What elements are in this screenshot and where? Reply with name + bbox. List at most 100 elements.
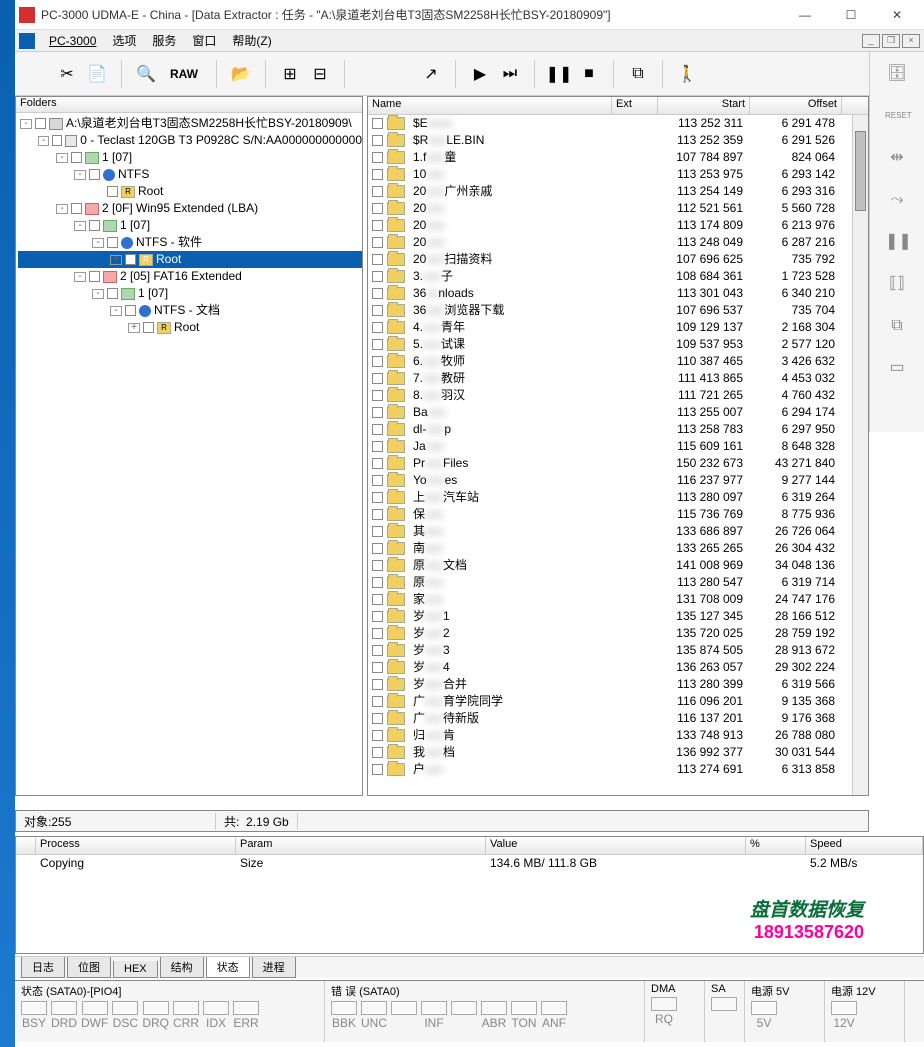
tab-进程[interactable]: 进程 [252, 957, 296, 978]
file-row[interactable]: 1.fxxx童107 784 897824 064 [368, 149, 868, 166]
file-row[interactable]: Jaxxx115 609 1618 648 328 [368, 438, 868, 455]
tree-node[interactable]: RRoot [18, 183, 362, 200]
file-row[interactable]: 广xxx待新版116 137 2019 176 368 [368, 710, 868, 727]
tree-node[interactable]: -NTFS - 软件 [18, 234, 362, 251]
col-offset[interactable]: Offset [750, 97, 842, 114]
file-row[interactable]: $RxxxLE.BIN113 252 3596 291 526 [368, 132, 868, 149]
copy-icon[interactable]: ⧉ [624, 60, 652, 88]
tab-结构[interactable]: 结构 [160, 957, 204, 978]
file-row[interactable]: 3.xxx子108 684 3611 723 528 [368, 268, 868, 285]
step-icon[interactable]: ⏭ [496, 60, 524, 88]
tab-HEX[interactable]: HEX [113, 961, 158, 978]
bracket-icon[interactable]: ⟦⟧ [885, 272, 909, 296]
row-checkbox[interactable] [372, 611, 383, 622]
tab-位图[interactable]: 位图 [67, 957, 111, 978]
mdi-minimize-icon[interactable]: _ [862, 34, 880, 48]
file-row[interactable]: 岁xxx2135 720 02528 759 192 [368, 625, 868, 642]
close-button[interactable]: ✕ [874, 0, 920, 30]
row-checkbox[interactable] [372, 441, 383, 452]
row-checkbox[interactable] [372, 492, 383, 503]
row-checkbox[interactable] [372, 237, 383, 248]
row-checkbox[interactable] [372, 305, 383, 316]
col-value[interactable]: Value [486, 837, 746, 854]
col-pct[interactable]: % [746, 837, 806, 854]
layers-icon[interactable]: ⧉ [885, 314, 909, 338]
file-row[interactable]: 归xxx肯133 748 91326 788 080 [368, 727, 868, 744]
file-row[interactable]: 20xxx113 174 8096 213 976 [368, 217, 868, 234]
file-row[interactable]: Baxxx113 255 0076 294 174 [368, 404, 868, 421]
tree-node[interactable]: -2 [0F] Win95 Extended (LBA) [18, 200, 362, 217]
file-row[interactable]: PrxxxFiles150 232 67343 271 840 [368, 455, 868, 472]
tree-node[interactable]: -A:\泉道老刘台电T3固态SM2258H长忙BSY-20180909\ [18, 115, 362, 132]
db-icon[interactable]: 🗄 [885, 62, 909, 86]
file-row[interactable]: Yoxxxes116 237 9779 277 144 [368, 472, 868, 489]
col-start[interactable]: Start [658, 97, 750, 114]
vertical-scrollbar[interactable] [852, 115, 868, 795]
row-checkbox[interactable] [372, 560, 383, 571]
row-checkbox[interactable] [372, 322, 383, 333]
file-row[interactable]: 20xxx扫描资料107 696 625735 792 [368, 251, 868, 268]
file-row[interactable]: 20xxx113 248 0496 287 216 [368, 234, 868, 251]
tree-node[interactable]: -NTFS - 文档 [18, 302, 362, 319]
menu-help[interactable]: 帮助(Z) [224, 30, 279, 51]
row-checkbox[interactable] [372, 764, 383, 775]
row-checkbox[interactable] [372, 118, 383, 129]
tree-node[interactable]: -1 [07] [18, 217, 362, 234]
row-checkbox[interactable] [372, 509, 383, 520]
file-row[interactable]: 我xxx档136 992 37730 031 544 [368, 744, 868, 761]
tree-node[interactable]: -1 [07] [18, 285, 362, 302]
file-row[interactable]: 户xxx113 274 6916 313 858 [368, 761, 868, 778]
raw-button[interactable]: RAW [162, 60, 206, 88]
col-param[interactable]: Param [236, 837, 486, 854]
file-row[interactable]: 36xxx浏览器下载107 696 537735 704 [368, 302, 868, 319]
row-checkbox[interactable] [372, 288, 383, 299]
row-checkbox[interactable] [372, 186, 383, 197]
tree-collapse-icon[interactable]: ⊟ [306, 60, 334, 88]
slider-icon[interactable]: ⇹ [885, 146, 909, 170]
row-checkbox[interactable] [372, 679, 383, 690]
folder-tree[interactable]: -A:\泉道老刘台电T3固态SM2258H长忙BSY-20180909\-0 -… [16, 113, 362, 336]
file-row[interactable]: 8.xxx羽汉111 721 2654 760 432 [368, 387, 868, 404]
row-checkbox[interactable] [372, 169, 383, 180]
col-name[interactable]: Name [368, 97, 612, 114]
file-row[interactable]: 其xxx133 686 89726 726 064 [368, 523, 868, 540]
row-checkbox[interactable] [372, 407, 383, 418]
file-row[interactable]: 岁xxx4136 263 05729 302 224 [368, 659, 868, 676]
row-checkbox[interactable] [372, 730, 383, 741]
file-row[interactable]: 保xxx115 736 7698 775 936 [368, 506, 868, 523]
row-checkbox[interactable] [372, 203, 383, 214]
row-checkbox[interactable] [372, 577, 383, 588]
col-ext[interactable]: Ext [612, 97, 658, 114]
file-row[interactable]: 岁xxx合并113 280 3996 319 566 [368, 676, 868, 693]
menu-service[interactable]: 服务 [144, 30, 184, 51]
menu-pc3000[interactable]: PC-3000 [41, 32, 104, 50]
file-row[interactable]: 广xxx育学院同学116 096 2019 135 368 [368, 693, 868, 710]
document-icon[interactable]: 📄 [83, 60, 111, 88]
row-checkbox[interactable] [372, 458, 383, 469]
file-row[interactable]: 36xxnloads113 301 0436 340 210 [368, 285, 868, 302]
row-checkbox[interactable] [372, 747, 383, 758]
row-checkbox[interactable] [372, 628, 383, 639]
tree-node[interactable]: +RRoot [18, 319, 362, 336]
open-icon[interactable]: 📂 [227, 60, 255, 88]
files-list[interactable]: $Exxxx113 252 3116 291 478$RxxxLE.BIN113… [368, 115, 868, 795]
mdi-close-icon[interactable]: × [902, 34, 920, 48]
row-checkbox[interactable] [372, 526, 383, 537]
tree-node[interactable]: -0 - Teclast 120GB T3 P0928C S/N:AA00000… [18, 132, 362, 149]
pause-icon[interactable]: ❚❚ [545, 60, 573, 88]
row-checkbox[interactable] [372, 373, 383, 384]
minimize-button[interactable]: — [782, 0, 828, 30]
row-checkbox[interactable] [372, 475, 383, 486]
row-checkbox[interactable] [372, 356, 383, 367]
menu-window[interactable]: 窗口 [184, 30, 224, 51]
file-row[interactable]: 岁xxx1135 127 34528 166 512 [368, 608, 868, 625]
tree-expand-icon[interactable]: ⊞ [276, 60, 304, 88]
maximize-button[interactable]: ☐ [828, 0, 874, 30]
tools-icon[interactable]: ✂ [53, 60, 81, 88]
row-checkbox[interactable] [372, 220, 383, 231]
tree-node[interactable]: -NTFS [18, 166, 362, 183]
row-checkbox[interactable] [372, 662, 383, 673]
file-row[interactable]: 上xxx汽车站113 280 0976 319 264 [368, 489, 868, 506]
file-row[interactable]: 7.xxx教研111 413 8654 453 032 [368, 370, 868, 387]
file-row[interactable]: 岁xxx3135 874 50528 913 672 [368, 642, 868, 659]
